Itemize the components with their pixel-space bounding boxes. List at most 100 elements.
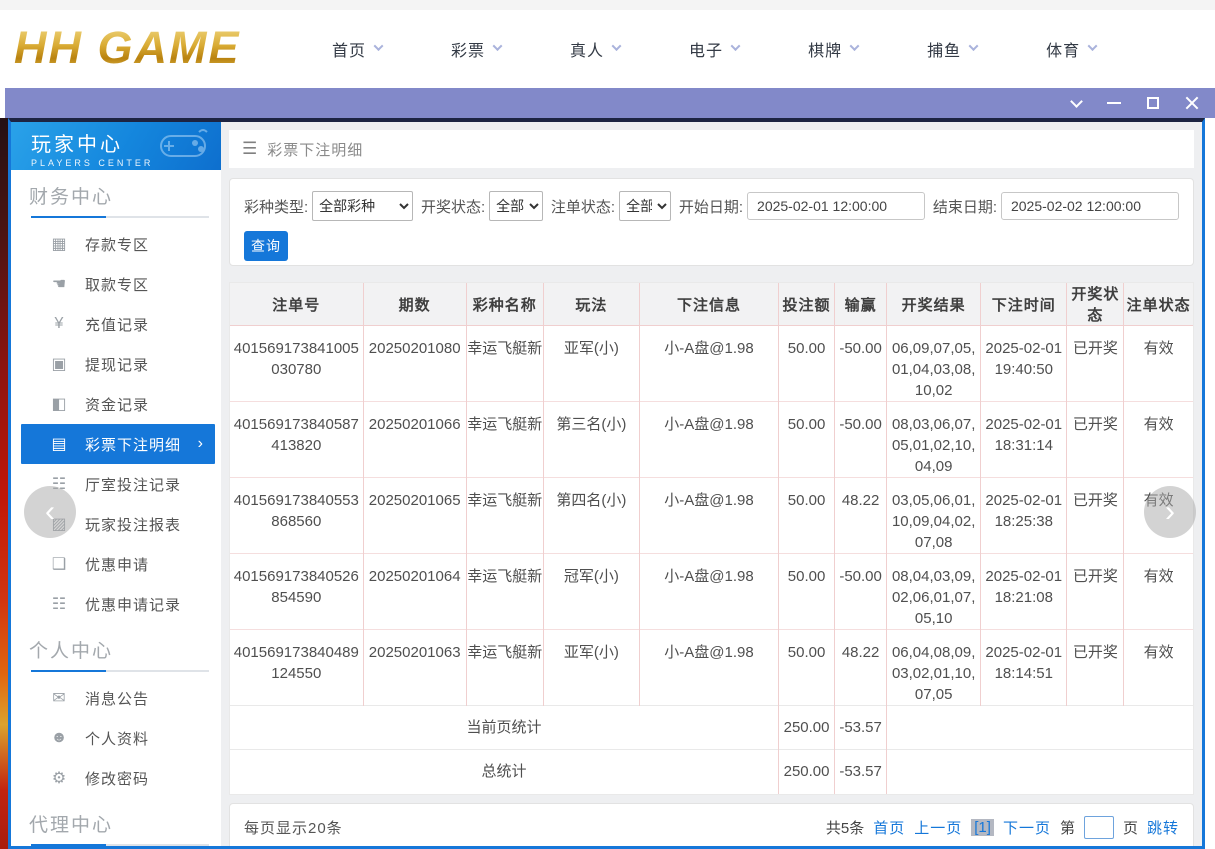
topnav-item-chess[interactable]: 棋牌 bbox=[808, 37, 858, 61]
bet-table: 注单号期数彩种名称玩法下注信息投注额输赢开奖结果下注时间开奖状态注单状态 401… bbox=[230, 283, 1193, 794]
hamburger-icon[interactable]: ☰ bbox=[242, 139, 257, 159]
column-header-draw-status: 开奖状态 bbox=[1067, 283, 1124, 326]
cell-bet-amount: 50.00 bbox=[779, 630, 835, 706]
summary-label: 总统计 bbox=[230, 750, 779, 794]
sidebar-item-funds-records[interactable]: ◧ 资金记录 bbox=[11, 384, 221, 424]
column-header-period: 期数 bbox=[363, 283, 466, 326]
cell-bet-info: 小-A盘@1.98 bbox=[639, 630, 778, 706]
sidebar-item-label: 资金记录 bbox=[85, 394, 149, 415]
cell-order-status: 有效 bbox=[1124, 554, 1193, 630]
cell-win-loss: 48.22 bbox=[835, 478, 887, 554]
column-header-win-loss: 输赢 bbox=[835, 283, 887, 326]
sidebar-item-label: 取款专区 bbox=[85, 274, 149, 295]
sidebar-item-label: 优惠申请 bbox=[85, 554, 149, 575]
sidebar-item-change-password[interactable]: ⚙修改密码 bbox=[11, 758, 221, 798]
message-icon: ✉ bbox=[49, 688, 69, 708]
chevron-down-icon bbox=[1088, 41, 1098, 51]
order-status-label: 注单状态: bbox=[551, 196, 615, 217]
cell-play-type: 第四名(小) bbox=[543, 478, 639, 554]
current-page-badge[interactable]: [1] bbox=[971, 819, 994, 836]
sidebar-item-label: 消息公告 bbox=[85, 688, 149, 709]
topnav-item-home[interactable]: 首页 bbox=[332, 37, 382, 61]
cell-order-status: 有效 bbox=[1124, 326, 1193, 402]
sidebar-header: 玩家中心 PLAYERS CENTER bbox=[11, 122, 221, 170]
next-page-link[interactable]: 下一页 bbox=[1003, 817, 1051, 838]
sidebar-item-withdraw-zone[interactable]: ☚ 取款专区 bbox=[11, 264, 221, 304]
cell-draw-result: 03,05,06,01,10,09,04,02,07,08 bbox=[887, 478, 981, 554]
cell-bet-time: 2025-02-01 18:21:08 bbox=[981, 554, 1067, 630]
cell-bet-info: 小-A盘@1.98 bbox=[639, 326, 778, 402]
prev-page-link[interactable]: 上一页 bbox=[914, 817, 962, 838]
order-status-select[interactable]: 全部 bbox=[619, 191, 671, 221]
jump-button[interactable]: 跳转 bbox=[1147, 817, 1179, 838]
sidebar-item-withdrawal-records[interactable]: ▣提现记录 bbox=[11, 344, 221, 384]
topnav-item-label: 首页 bbox=[332, 37, 366, 61]
topnav-item-sports[interactable]: 体育 bbox=[1046, 37, 1096, 61]
topnav-item-lottery[interactable]: 彩票 bbox=[451, 37, 501, 61]
column-header-order-status: 注单状态 bbox=[1124, 283, 1193, 326]
bet-table-panel: 注单号期数彩种名称玩法下注信息投注额输赢开奖结果下注时间开奖状态注单状态 401… bbox=[229, 282, 1194, 795]
sidebar-item-label: 厅室投注记录 bbox=[85, 474, 181, 495]
cell-lottery-name: 幸运飞艇新 bbox=[466, 402, 543, 478]
column-header-bet-time: 下注时间 bbox=[981, 283, 1067, 326]
top-strip bbox=[0, 0, 1215, 10]
topnav-item-electronic[interactable]: 电子 bbox=[689, 37, 739, 61]
withdraw-icon: ☚ bbox=[49, 274, 69, 294]
end-date-input[interactable] bbox=[1001, 192, 1179, 220]
window-maximize-icon[interactable] bbox=[1147, 97, 1159, 109]
table-body: 40156917384100503078020250201080幸运飞艇新亚军(… bbox=[230, 326, 1193, 794]
window-close-icon[interactable] bbox=[1185, 96, 1199, 110]
summary-label: 当前页统计 bbox=[230, 706, 779, 750]
topnav-item-live[interactable]: 真人 bbox=[570, 37, 620, 61]
search-button[interactable]: 查询 bbox=[244, 231, 288, 261]
sidebar-item-label: 充值记录 bbox=[85, 314, 149, 335]
carousel-right-arrow[interactable]: › bbox=[1144, 486, 1196, 538]
sidebar-item-label: 玩家投注报表 bbox=[85, 514, 181, 535]
sidebar-item-label: 个人资料 bbox=[85, 728, 149, 749]
topnav-item-fishing[interactable]: 捕鱼 bbox=[927, 37, 977, 61]
chevron-down-icon bbox=[493, 41, 503, 51]
sidebar-item-promo-apply-records[interactable]: ☷优惠申请记录 bbox=[11, 584, 221, 624]
recharge-record-icon: ¥ bbox=[49, 315, 69, 333]
section-underline bbox=[31, 216, 209, 218]
cell-draw-result: 08,04,03,09,02,06,01,07,05,10 bbox=[887, 554, 981, 630]
sidebar-section-title: 代理中心 bbox=[29, 810, 211, 837]
cell-bet-time: 2025-02-01 19:40:50 bbox=[981, 326, 1067, 402]
start-date-label: 开始日期: bbox=[679, 196, 743, 217]
jump-page-input[interactable] bbox=[1084, 816, 1114, 839]
first-page-link[interactable]: 首页 bbox=[873, 817, 905, 838]
sidebar-item-lottery-bet-details[interactable]: ▤彩票下注明细› bbox=[21, 424, 215, 464]
sidebar-section-finance: 财务中心 bbox=[11, 170, 221, 218]
sidebar-item-profile[interactable]: ☻ 个人资料 bbox=[11, 718, 221, 758]
carousel-left-arrow[interactable]: ‹ bbox=[24, 486, 76, 538]
lottery-type-select[interactable]: 全部彩种 bbox=[312, 191, 413, 221]
chevron-down-icon bbox=[850, 41, 860, 51]
sidebar-item-label: 提现记录 bbox=[85, 354, 149, 375]
window-minimize-icon[interactable] bbox=[1107, 102, 1121, 104]
sidebar-item-recharge-records[interactable]: ¥ 充值记录 bbox=[11, 304, 221, 344]
profile-icon: ☻ bbox=[49, 729, 69, 747]
lottery-type-label: 彩种类型: bbox=[244, 196, 308, 217]
cell-order-id: 401569173840587413820 bbox=[230, 402, 363, 478]
sidebar-item-messages[interactable]: ✉ 消息公告 bbox=[11, 678, 221, 718]
table-row: 40156917384100503078020250201080幸运飞艇新亚军(… bbox=[230, 326, 1193, 402]
column-header-order-id: 注单号 bbox=[230, 283, 363, 326]
draw-status-select[interactable]: 全部 bbox=[489, 191, 543, 221]
page-size-text: 每页显示20条 bbox=[244, 817, 343, 838]
sidebar-item-deposit-zone[interactable]: ▦存款专区 bbox=[11, 224, 221, 264]
window-dropdown-icon[interactable] bbox=[1070, 95, 1083, 108]
cell-draw-status: 已开奖 bbox=[1067, 478, 1124, 554]
sidebar-section-personal: 个人中心 bbox=[11, 624, 221, 672]
funds-record-icon: ◧ bbox=[49, 394, 69, 414]
section-underline bbox=[31, 670, 209, 672]
sidebar-item-promo-apply[interactable]: ❑优惠申请 bbox=[11, 544, 221, 584]
cell-draw-result: 06,09,07,05,01,04,03,08,10,02 bbox=[887, 326, 981, 402]
cell-draw-status: 已开奖 bbox=[1067, 630, 1124, 706]
sidebar-section-agent: 代理中心 bbox=[11, 798, 221, 846]
cell-draw-status: 已开奖 bbox=[1067, 554, 1124, 630]
topnav-item-label: 真人 bbox=[570, 37, 604, 61]
cell-draw-result: 06,04,08,09,03,02,01,10,07,05 bbox=[887, 630, 981, 706]
cell-order-status: 有效 bbox=[1124, 630, 1193, 706]
chevron-down-icon bbox=[731, 41, 741, 51]
start-date-input[interactable] bbox=[747, 192, 925, 220]
